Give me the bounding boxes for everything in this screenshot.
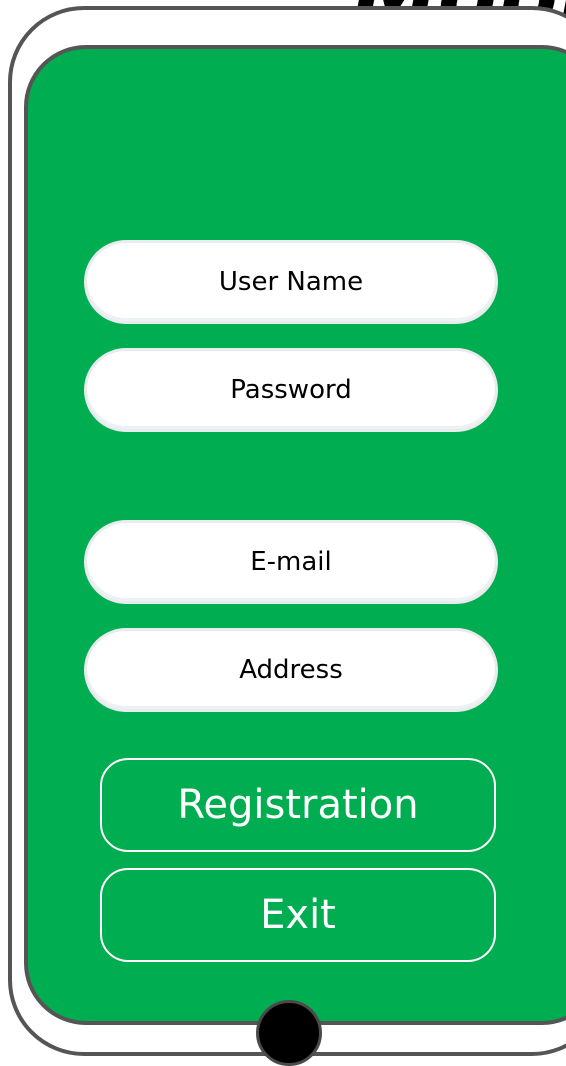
exit-button-label: Exit (260, 892, 336, 938)
email-field[interactable]: E-mail (84, 520, 498, 604)
email-field-label: E-mail (250, 547, 332, 577)
home-button-icon[interactable] (256, 1000, 322, 1066)
address-field-label: Address (239, 655, 343, 685)
registration-button-label: Registration (177, 782, 419, 828)
mockup-canvas: Mobi User Name Password E-mail Address R… (0, 0, 566, 1066)
password-field[interactable]: Password (84, 348, 498, 432)
registration-button[interactable]: Registration (100, 758, 496, 852)
password-field-label: Password (230, 375, 352, 405)
username-field-label: User Name (218, 267, 364, 297)
address-field[interactable]: Address (84, 628, 498, 712)
username-field[interactable]: User Name (84, 240, 498, 324)
exit-button[interactable]: Exit (100, 868, 496, 962)
